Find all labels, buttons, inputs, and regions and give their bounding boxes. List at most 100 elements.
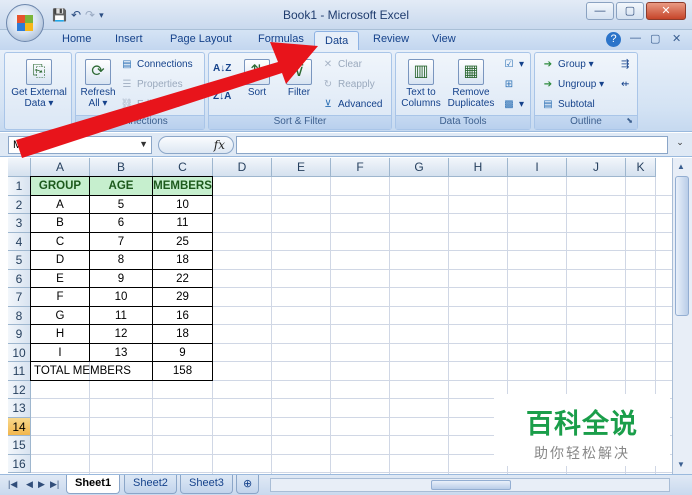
vertical-scroll-thumb[interactable] <box>675 176 689 316</box>
row-header-8[interactable]: 8 <box>8 306 31 325</box>
help-icon[interactable]: ? <box>606 32 621 47</box>
formula-input[interactable] <box>236 136 668 154</box>
table-cell-border <box>89 305 153 325</box>
row-header-7[interactable]: 7 <box>8 288 31 307</box>
expand-formula-bar-icon[interactable]: ⌄ <box>672 137 688 153</box>
row-header-9[interactable]: 9 <box>8 325 31 344</box>
sheet-tab-sheet2[interactable]: Sheet2 <box>124 475 177 494</box>
filter-button[interactable]: ⊽ Filter <box>281 59 317 98</box>
column-header-i[interactable]: I <box>508 158 567 177</box>
table-cell-border <box>30 213 90 233</box>
tab-formulas[interactable]: Formulas <box>258 33 304 45</box>
tab-data[interactable]: Data <box>314 31 360 51</box>
text-to-columns-button[interactable]: ▥ Text to Columns <box>398 59 444 109</box>
row-header-1[interactable]: 1 <box>8 177 31 196</box>
last-sheet-icon[interactable]: ▶| <box>50 479 59 490</box>
row-header-11[interactable]: 11 <box>8 362 31 381</box>
advanced-button[interactable]: ⊻ Advanced <box>321 97 382 113</box>
consolidate-button[interactable]: ⊞ <box>502 77 519 93</box>
gridline-vertical <box>448 177 449 474</box>
clear-icon: ✕ <box>323 59 333 70</box>
column-header-c[interactable]: C <box>153 158 213 177</box>
data-validation-icon: ☑ <box>504 59 514 70</box>
prev-sheet-icon[interactable]: ◀ <box>26 479 33 490</box>
ribbon-close-icon[interactable]: ✕ <box>672 32 681 45</box>
refresh-icon: ⟳ <box>85 59 111 85</box>
select-all-button[interactable] <box>8 158 31 177</box>
connections-button[interactable]: ▤ Connections <box>120 57 192 73</box>
table-cell-border <box>152 305 213 325</box>
column-header-e[interactable]: E <box>272 158 331 177</box>
column-header-a[interactable]: A <box>31 158 90 177</box>
show-detail-icon[interactable]: ⇶ <box>621 57 629 73</box>
sort-icon: ⇅ <box>244 59 270 85</box>
sort-z-a-button[interactable]: Z↓A <box>213 89 231 105</box>
tab-review[interactable]: Review <box>373 33 409 45</box>
data-validation-button[interactable]: ☑ ▾ <box>502 57 525 73</box>
row-header-6[interactable]: 6 <box>8 269 31 288</box>
scroll-up-icon[interactable]: ▲ <box>677 162 685 171</box>
sort-button[interactable]: ⇅ Sort <box>239 59 275 98</box>
dialog-launcher-icon[interactable]: ⬊ <box>626 116 633 125</box>
row-header-2[interactable]: 2 <box>8 195 31 214</box>
table-cell-border <box>89 324 153 344</box>
column-header-f[interactable]: F <box>331 158 390 177</box>
remove-duplicates-button[interactable]: ▦ Remove Duplicates <box>444 59 498 109</box>
column-header-g[interactable]: G <box>390 158 449 177</box>
chevron-down-icon[interactable]: ▼ <box>139 139 148 149</box>
row-header-5[interactable]: 5 <box>8 251 31 270</box>
table-cell-border <box>152 287 213 307</box>
horizontal-scrollbar[interactable] <box>270 478 670 492</box>
what-if-button[interactable]: ▩ ▾ <box>502 97 524 113</box>
maximize-button[interactable]: ▢ <box>616 2 644 20</box>
tab-page-layout[interactable]: Page Layout <box>170 33 232 45</box>
column-header-b[interactable]: B <box>90 158 153 177</box>
refresh-all-button[interactable]: ⟳ Refresh All ▾ <box>78 59 118 109</box>
office-button[interactable] <box>6 4 44 42</box>
name-box[interactable]: M14 ▼ <box>8 136 152 154</box>
column-header-h[interactable]: H <box>449 158 508 177</box>
tab-home[interactable]: Home <box>62 33 91 45</box>
edit-links-button[interactable]: ⛓ Edit Links <box>120 97 181 113</box>
vertical-scrollbar[interactable]: ▲ ▼ <box>672 158 692 474</box>
row-header-14[interactable]: 14 <box>8 417 31 436</box>
table-cell-border <box>89 213 153 233</box>
group-connections: ⟳ Refresh All ▾ ▤ Connections ☰ Properties… <box>75 52 205 130</box>
insert-sheet-icon[interactable]: ⊕ <box>236 475 260 494</box>
sheet-tab-sheet1[interactable]: Sheet1 <box>66 475 121 494</box>
row-header-4[interactable]: 4 <box>8 232 31 251</box>
reapply-button[interactable]: ↻ Reapply <box>321 77 375 93</box>
insert-function-button[interactable]: fx <box>158 136 234 154</box>
minimize-button[interactable]: — <box>586 2 614 20</box>
tab-insert[interactable]: Insert <box>115 33 143 45</box>
get-external-data-button[interactable]: ⎘ Get External Data ▾ <box>9 59 69 109</box>
row-header-15[interactable]: 15 <box>8 436 31 455</box>
row-header-12[interactable]: 12 <box>8 380 31 399</box>
row-header-13[interactable]: 13 <box>8 399 31 418</box>
group-button[interactable]: ➔ Group ▾ <box>541 57 594 73</box>
tab-view[interactable]: View <box>432 33 456 45</box>
column-header-d[interactable]: D <box>213 158 272 177</box>
ribbon-minimize-icon[interactable]: — <box>630 32 641 44</box>
sort-a-z-button[interactable]: A↓Z <box>213 61 231 77</box>
table-cell-border <box>89 176 153 196</box>
column-header-k[interactable]: K <box>626 158 656 177</box>
properties-button[interactable]: ☰ Properties <box>120 77 183 93</box>
ribbon-restore-icon[interactable]: ▢ <box>650 32 660 45</box>
hide-detail-icon[interactable]: ⇷ <box>621 77 629 93</box>
horizontal-scroll-thumb[interactable] <box>431 480 511 490</box>
ungroup-button[interactable]: ➔ Ungroup ▾ <box>541 77 604 93</box>
next-sheet-icon[interactable]: ▶ <box>38 479 45 490</box>
close-button[interactable]: ✕ <box>646 2 686 20</box>
column-header-j[interactable]: J <box>567 158 626 177</box>
row-header-10[interactable]: 10 <box>8 343 31 362</box>
first-sheet-icon[interactable]: |◀ <box>8 479 17 490</box>
subtotal-button[interactable]: ▤ Subtotal <box>541 97 594 113</box>
reapply-label: Reapply <box>338 79 375 90</box>
clear-button[interactable]: ✕ Clear <box>321 57 362 73</box>
connections-icon: ▤ <box>122 59 132 70</box>
sheet-tab-sheet3[interactable]: Sheet3 <box>180 475 233 494</box>
row-header-16[interactable]: 16 <box>8 454 31 473</box>
scroll-down-icon[interactable]: ▼ <box>677 460 685 469</box>
row-header-3[interactable]: 3 <box>8 214 31 233</box>
